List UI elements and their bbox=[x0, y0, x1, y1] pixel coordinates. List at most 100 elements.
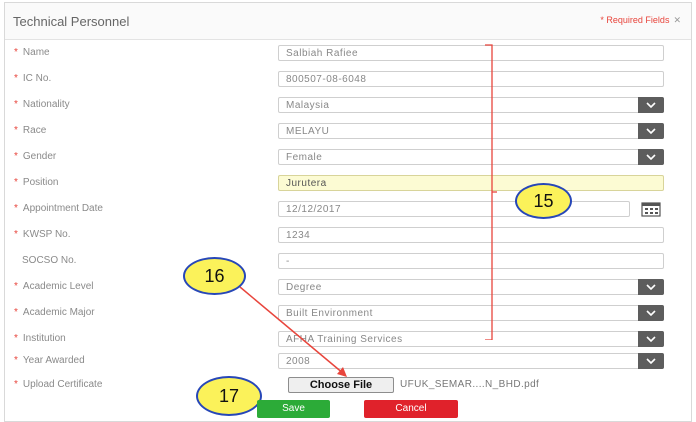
chevron-down-icon[interactable] bbox=[638, 123, 664, 139]
field-label-text: Nationality bbox=[22, 99, 70, 110]
field-value: Built Environment bbox=[286, 308, 373, 319]
academic-level-select[interactable]: Degree bbox=[278, 279, 664, 295]
callout-15: 15 bbox=[515, 183, 572, 219]
close-icon[interactable]: ✕ bbox=[673, 15, 681, 25]
field-value: AFHA Training Services bbox=[286, 334, 403, 345]
form-row: * IC No. 800507-08-6048 bbox=[0, 70, 696, 90]
form-row: * Institution AFHA Training Services bbox=[0, 330, 696, 350]
field-label: * Academic Major bbox=[14, 307, 95, 318]
chevron-down-icon[interactable] bbox=[638, 353, 664, 369]
field-label: * Nationality bbox=[14, 99, 70, 110]
required-marker: * bbox=[14, 355, 18, 366]
field-label-text: Academic Major bbox=[22, 307, 95, 318]
field-label-text: Academic Level bbox=[22, 281, 94, 292]
cancel-button[interactable]: Cancel bbox=[364, 400, 458, 418]
chevron-down-icon[interactable] bbox=[638, 331, 664, 347]
calendar-icon[interactable] bbox=[640, 201, 662, 217]
form-row: * Nationality Malaysia bbox=[0, 96, 696, 116]
field-label: * Race bbox=[14, 125, 46, 136]
selected-filename: UFUK_SEMAR....N_BHD.pdf bbox=[400, 379, 540, 390]
field-label: * Upload Certificate bbox=[14, 379, 103, 390]
field-label: * Position bbox=[14, 177, 58, 188]
chevron-down-icon[interactable] bbox=[638, 305, 664, 321]
kwsp-no-input[interactable]: 1234 bbox=[278, 227, 664, 243]
academic-major-select[interactable]: Built Environment bbox=[278, 305, 664, 321]
field-value: Salbiah Rafiee bbox=[286, 48, 359, 59]
gender-select[interactable]: Female bbox=[278, 149, 664, 165]
form-row: * Race MELAYU bbox=[0, 122, 696, 142]
institution-select[interactable]: AFHA Training Services bbox=[278, 331, 664, 347]
field-label-text: Name bbox=[22, 47, 50, 58]
required-marker: * bbox=[14, 125, 18, 136]
field-value: 1234 bbox=[286, 230, 311, 241]
required-marker: * bbox=[14, 177, 18, 188]
field-label-text: KWSP No. bbox=[22, 229, 71, 240]
required-fields-text: * Required Fields bbox=[600, 15, 670, 25]
chevron-down-icon[interactable] bbox=[638, 149, 664, 165]
field-value: 800507-08-6048 bbox=[286, 74, 367, 85]
form-row: SOCSO No. - bbox=[0, 252, 696, 272]
field-value: MELAYU bbox=[286, 126, 330, 137]
required-marker: * bbox=[14, 307, 18, 318]
form-row: * Name Salbiah Rafiee bbox=[0, 44, 696, 64]
field-label-text: Position bbox=[22, 177, 59, 188]
field-value: Degree bbox=[286, 282, 322, 293]
callout-15-label: 15 bbox=[533, 191, 554, 211]
chevron-down-icon[interactable] bbox=[638, 97, 664, 113]
field-value: Female bbox=[286, 152, 323, 163]
field-label-text: SOCSO No. bbox=[22, 255, 77, 266]
name-input[interactable]: Salbiah Rafiee bbox=[278, 45, 664, 61]
field-label: * Name bbox=[14, 47, 50, 58]
field-label: * Year Awarded bbox=[14, 355, 85, 366]
required-marker: * bbox=[14, 203, 18, 214]
field-group-bracket bbox=[485, 44, 497, 340]
required-marker: * bbox=[14, 47, 18, 58]
nationality-select[interactable]: Malaysia bbox=[278, 97, 664, 113]
form-row: * KWSP No. 1234 bbox=[0, 226, 696, 246]
required-marker: * bbox=[14, 151, 18, 162]
form-row: * Position Jurutera bbox=[0, 174, 696, 194]
upload-certificate-label: Upload Certificate bbox=[22, 379, 103, 390]
required-marker: * bbox=[14, 333, 18, 344]
field-value: - bbox=[286, 256, 290, 267]
field-label-text: Appointment Date bbox=[22, 203, 103, 214]
field-label: * Appointment Date bbox=[14, 203, 103, 214]
form-row: * Appointment Date 12/12/2017 bbox=[0, 200, 696, 220]
field-value: 2008 bbox=[286, 356, 311, 367]
field-label-text: IC No. bbox=[22, 73, 52, 84]
callout-16: 16 bbox=[183, 257, 246, 295]
panel-header: Technical Personnel * Required Fields ✕ bbox=[5, 3, 691, 40]
callout-16-label: 16 bbox=[204, 266, 225, 286]
save-button[interactable]: Save bbox=[257, 400, 330, 418]
field-label: * Academic Level bbox=[14, 281, 94, 292]
required-marker: * bbox=[14, 99, 18, 110]
panel-title: Technical Personnel bbox=[13, 14, 130, 29]
race-select[interactable]: MELAYU bbox=[278, 123, 664, 139]
field-value: Jurutera bbox=[286, 178, 327, 189]
form-row: * Year Awarded 2008 bbox=[0, 352, 696, 372]
chevron-down-icon[interactable] bbox=[638, 279, 664, 295]
field-value: Malaysia bbox=[286, 100, 330, 111]
choose-file-button[interactable]: Choose File bbox=[288, 377, 394, 393]
required-fields-note: * Required Fields ✕ bbox=[600, 15, 681, 26]
field-label: * Gender bbox=[14, 151, 56, 162]
year-awarded-select[interactable]: 2008 bbox=[278, 353, 664, 369]
required-marker: * bbox=[14, 229, 18, 240]
field-label-text: Year Awarded bbox=[22, 355, 85, 366]
field-label-text: Institution bbox=[22, 333, 66, 344]
field-value: 12/12/2017 bbox=[286, 204, 342, 215]
position-input[interactable]: Jurutera bbox=[278, 175, 664, 191]
required-marker: * bbox=[14, 73, 18, 84]
field-label-text: Gender bbox=[22, 151, 57, 162]
field-label: * Institution bbox=[14, 333, 66, 344]
field-label: SOCSO No. bbox=[14, 255, 76, 266]
form-row: * Academic Major Built Environment bbox=[0, 304, 696, 324]
field-label: * IC No. bbox=[14, 73, 51, 84]
field-label: * KWSP No. bbox=[14, 229, 71, 240]
required-marker: * bbox=[14, 281, 18, 292]
appointment-date-date-input[interactable]: 12/12/2017 bbox=[278, 201, 630, 217]
ic-no-input[interactable]: 800507-08-6048 bbox=[278, 71, 664, 87]
socso-no-input[interactable]: - bbox=[278, 253, 664, 269]
form-row: * Academic Level Degree bbox=[0, 278, 696, 298]
form-row: * Gender Female bbox=[0, 148, 696, 168]
